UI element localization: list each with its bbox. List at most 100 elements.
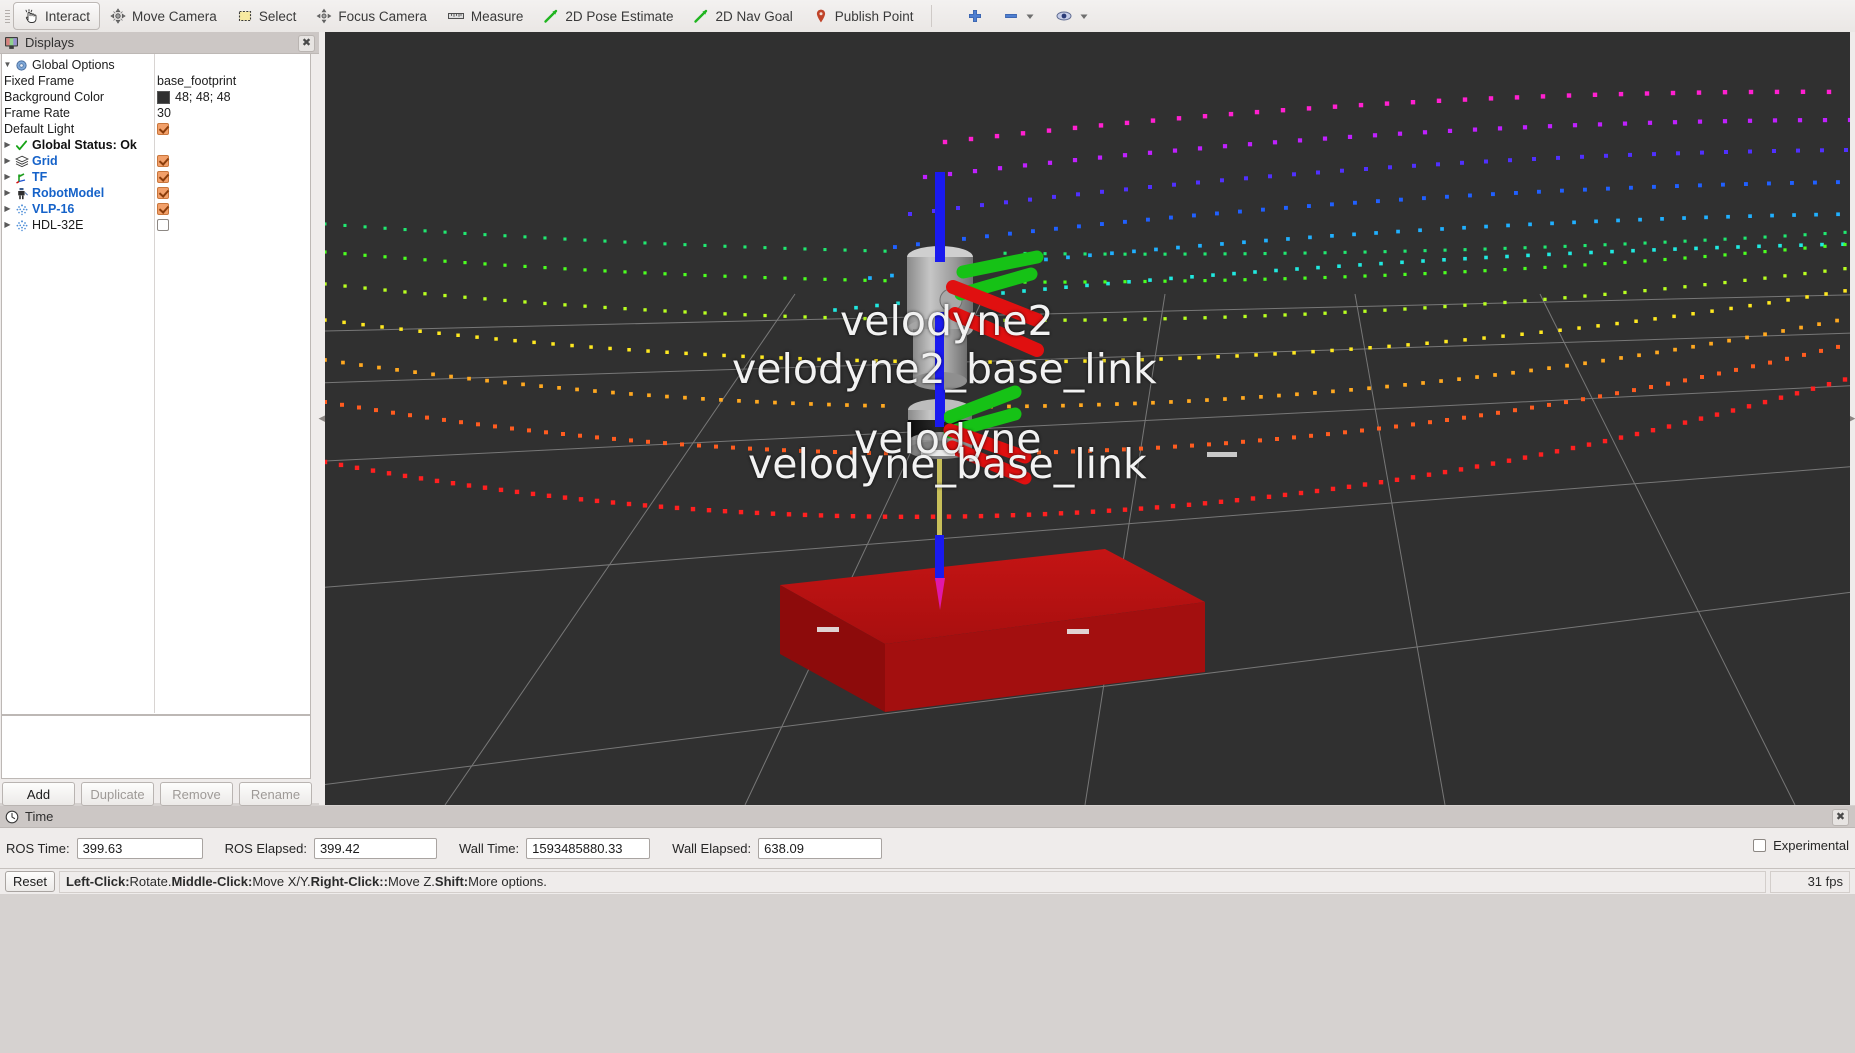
hand-cursor-icon (23, 8, 39, 24)
axis-z-lower (935, 535, 944, 581)
tool-select[interactable]: Select (227, 2, 307, 30)
remove-button[interactable]: Remove (160, 782, 233, 806)
displays-tree[interactable]: ▼ Global Options Fixed Frame base_footpr… (1, 54, 311, 715)
tool-2d-pose-estimate-label: 2D Pose Estimate (565, 9, 673, 24)
tree-row-default-light[interactable]: Default Light (2, 121, 310, 137)
background-color-value-wrap[interactable]: 48; 48; 48 (157, 89, 231, 105)
wall-time-input[interactable]: 1593485880.33 (526, 838, 650, 859)
pointcloud-points (325, 90, 1850, 519)
hdl-32e-enabled-value[interactable] (157, 217, 169, 233)
expand-arrow-icon[interactable]: ▶ (2, 217, 13, 233)
tree-row-robotmodel[interactable]: ▶ RobotModel (2, 185, 310, 201)
tree-row-vlp-16[interactable]: ▶ VLP-16 (2, 201, 310, 217)
pose-arrow-icon (543, 8, 559, 24)
3d-viewport[interactable]: velodyne2 velodyne2_base_link velodyne v… (325, 32, 1850, 805)
tool-focus-camera-label: Focus Camera (338, 9, 427, 24)
map-pin-icon (813, 8, 829, 24)
tool-select-label: Select (259, 9, 297, 24)
expand-arrow-icon[interactable]: ▶ (2, 137, 13, 153)
add-button[interactable]: Add (2, 782, 75, 806)
tree-row-hdl-32e[interactable]: ▶ HDL-32E (2, 217, 310, 233)
wall-elapsed-input[interactable]: 638.09 (758, 838, 882, 859)
toolbar-grip[interactable] (3, 3, 13, 29)
tree-label-fixed-frame: Fixed Frame (2, 74, 74, 88)
tree-row-frame-rate[interactable]: Frame Rate 30 (2, 105, 310, 121)
remove-tool-button[interactable] (993, 2, 1045, 30)
hint-middle-click-val: Move X/Y. (252, 874, 310, 889)
tree-label-hdl-32e: HDL-32E (30, 218, 83, 232)
tree-label-global-options: Global Options (30, 58, 115, 72)
displays-panel-title: Displays ✖ (0, 32, 321, 54)
experimental-label: Experimental (1773, 838, 1849, 853)
checkbox-default-light[interactable] (157, 123, 169, 135)
checkbox-robotmodel[interactable] (157, 187, 169, 199)
tf-enabled-value[interactable] (157, 169, 169, 185)
reset-button[interactable]: Reset (5, 871, 55, 892)
add-tool-button[interactable] (957, 2, 993, 30)
tool-measure[interactable]: Measure (437, 2, 534, 30)
rename-button[interactable]: Rename (239, 782, 312, 806)
robotmodel-enabled-value[interactable] (157, 185, 169, 201)
tree-label-frame-rate: Frame Rate (2, 106, 70, 120)
tree-row-grid[interactable]: ▶ Grid (2, 153, 310, 169)
select-rect-icon (237, 8, 253, 24)
ros-elapsed-label: ROS Elapsed: (225, 841, 307, 856)
duplicate-button[interactable]: Duplicate (81, 782, 154, 806)
close-icon[interactable]: ✖ (298, 35, 315, 52)
ros-time-input[interactable]: 399.63 (77, 838, 203, 859)
tree-row-global-options[interactable]: ▼ Global Options (2, 57, 310, 73)
robot-model (780, 172, 1237, 712)
tree-row-background-color[interactable]: Background Color 48; 48; 48 (2, 89, 310, 105)
checkbox-grid[interactable] (157, 155, 169, 167)
tool-move-camera[interactable]: Move Camera (100, 2, 227, 30)
measure-ruler-icon (447, 8, 465, 24)
nav-goal-arrow-icon (693, 8, 709, 24)
ros-time-label: ROS Time: (6, 841, 70, 856)
vlp-16-enabled-value[interactable] (157, 201, 169, 217)
checkbox-tf[interactable] (157, 171, 169, 183)
tool-2d-nav-goal[interactable]: 2D Nav Goal (683, 2, 802, 30)
robot-icon (13, 187, 30, 200)
checkbox-experimental[interactable] (1753, 839, 1766, 852)
checkbox-hdl-32e[interactable] (157, 219, 169, 231)
default-light-value[interactable] (157, 121, 169, 137)
tool-publish-point-label: Publish Point (835, 9, 914, 24)
toolbar-separator (931, 5, 932, 27)
close-icon[interactable]: ✖ (1832, 809, 1849, 826)
focus-camera-icon (316, 8, 332, 24)
checkbox-vlp-16[interactable] (157, 203, 169, 215)
ground-grid (325, 294, 1850, 805)
hint-shift-key: Shift: (435, 874, 468, 889)
check-ok-icon (13, 139, 30, 152)
tool-2d-nav-goal-label: 2D Nav Goal (715, 9, 792, 24)
hint-left-click-key: Left-Click: (66, 874, 130, 889)
ros-elapsed-input[interactable]: 399.42 (314, 838, 437, 859)
tool-2d-pose-estimate[interactable]: 2D Pose Estimate (533, 2, 683, 30)
expand-arrow-icon[interactable]: ▼ (2, 57, 13, 73)
expand-arrow-icon[interactable]: ▶ (2, 153, 13, 169)
hint-shift-val: More options. (468, 874, 547, 889)
status-hint-text: Left-Click: Rotate. Middle-Click: Move X… (59, 871, 1766, 893)
grid-enabled-value[interactable] (157, 153, 169, 169)
expand-arrow-icon[interactable]: ▶ (2, 185, 13, 201)
fixed-frame-value[interactable]: base_footprint (157, 73, 236, 89)
tree-row-global-status[interactable]: ▶ Global Status: Ok (2, 137, 310, 153)
tree-label-vlp-16: VLP-16 (30, 202, 74, 216)
tool-focus-camera[interactable]: Focus Camera (306, 2, 437, 30)
hint-right-click-val: Move Z. (388, 874, 435, 889)
tool-interact[interactable]: Interact (13, 2, 100, 30)
tree-row-fixed-frame[interactable]: Fixed Frame base_footprint (2, 73, 310, 89)
main-toolbar: Interact Move Camera Select Focus Camera (0, 0, 1855, 33)
pointcloud-icon (13, 203, 30, 216)
tree-row-tf[interactable]: ▶ TF (2, 169, 310, 185)
experimental-toggle[interactable]: Experimental (1753, 838, 1849, 853)
hint-left-click-val: Rotate. (130, 874, 172, 889)
expand-arrow-icon[interactable]: ▶ (2, 201, 13, 217)
color-swatch-icon (157, 91, 170, 104)
plus-icon (967, 8, 983, 24)
hint-right-click-key: Right-Click:: (311, 874, 388, 889)
tool-publish-point[interactable]: Publish Point (803, 2, 924, 30)
expand-arrow-icon[interactable]: ▶ (2, 169, 13, 185)
visibility-button[interactable] (1045, 2, 1099, 30)
frame-rate-value[interactable]: 30 (157, 105, 171, 121)
